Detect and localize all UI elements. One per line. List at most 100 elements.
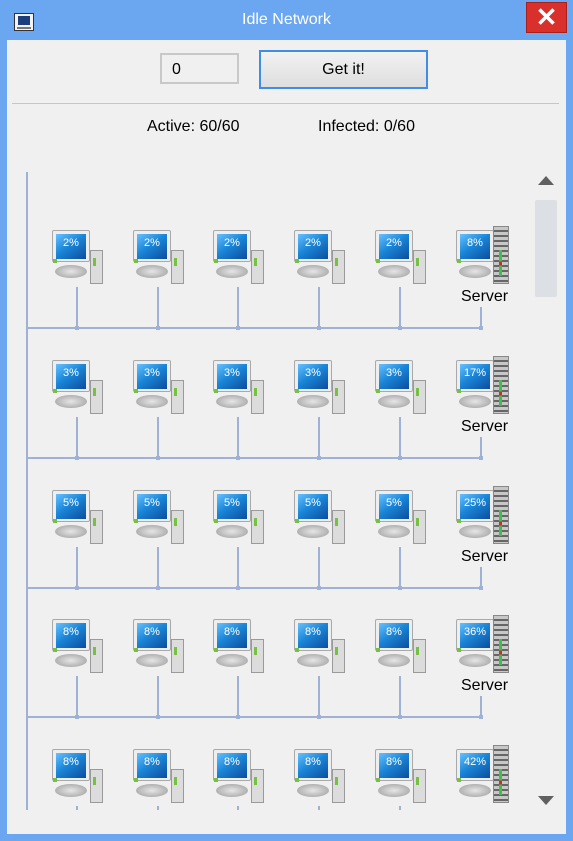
connection-line [76, 287, 78, 327]
count-field[interactable]: 0 [160, 53, 239, 84]
infected-count: Infected: 0/60 [318, 118, 415, 135]
progress-percent: 3% [144, 367, 160, 379]
server-icon[interactable]: 36% [456, 615, 510, 675]
server-label: Server [461, 548, 509, 565]
connection-line [237, 417, 239, 457]
computer-icon[interactable]: 8% [213, 749, 267, 805]
network-bus-line [26, 587, 483, 589]
progress-percent: 5% [63, 497, 79, 509]
connection-line [237, 806, 239, 810]
app-window: Idle Network ✕ 0 Get it! Active: 60/60 I… [0, 0, 573, 841]
computer-icon[interactable]: 8% [375, 619, 429, 675]
computer-icon[interactable]: 3% [213, 360, 267, 416]
connection-node [75, 326, 79, 330]
connection-line [318, 287, 320, 327]
connection-line [318, 547, 320, 587]
connection-node [156, 586, 160, 590]
server-icon[interactable]: 25% [456, 486, 510, 546]
connection-line [318, 806, 320, 810]
connection-node [479, 586, 483, 590]
connection-node [317, 456, 321, 460]
progress-percent: 8% [467, 237, 483, 249]
server-icon[interactable]: 17% [456, 356, 510, 416]
network-bus-line [26, 716, 483, 718]
scroll-down-arrow-icon[interactable] [538, 796, 554, 805]
computer-icon[interactable]: 8% [133, 749, 187, 805]
scroll-up-arrow-icon[interactable] [538, 176, 554, 185]
server-label: Server [461, 418, 509, 435]
progress-percent: 2% [63, 237, 79, 249]
progress-percent: 8% [144, 756, 160, 768]
computer-icon[interactable]: 2% [375, 230, 429, 286]
progress-percent: 2% [224, 237, 240, 249]
server-icon[interactable]: 8% [456, 226, 510, 286]
connection-line [318, 417, 320, 457]
computer-icon[interactable]: 8% [52, 619, 106, 675]
server-label: Server [461, 288, 509, 305]
connection-node [156, 456, 160, 460]
progress-percent: 42% [463, 756, 487, 768]
active-count: Active: 60/60 [147, 118, 240, 135]
computer-icon[interactable]: 8% [213, 619, 267, 675]
scrollbar-thumb[interactable] [535, 200, 557, 297]
computer-icon[interactable]: 5% [52, 490, 106, 546]
connection-line [237, 547, 239, 587]
connection-line [76, 547, 78, 587]
client-area: 0 Get it! Active: 60/60 Infected: 0/60 2… [7, 40, 566, 834]
connection-node [398, 456, 402, 460]
connection-line [157, 676, 159, 716]
close-button[interactable]: ✕ [526, 2, 567, 33]
computer-icon[interactable]: 2% [294, 230, 348, 286]
progress-percent: 3% [305, 367, 321, 379]
computer-icon[interactable]: 2% [213, 230, 267, 286]
connection-node [236, 586, 240, 590]
computer-icon[interactable]: 8% [294, 619, 348, 675]
computer-icon[interactable]: 3% [133, 360, 187, 416]
connection-node [479, 456, 483, 460]
computer-icon[interactable]: 8% [294, 749, 348, 805]
network-bus-line [26, 457, 483, 459]
progress-percent: 8% [224, 626, 240, 638]
connection-line [399, 287, 401, 327]
computer-icon[interactable]: 3% [375, 360, 429, 416]
connection-line [157, 287, 159, 327]
get-it-button[interactable]: Get it! [259, 50, 428, 89]
title-bar[interactable]: Idle Network ✕ [0, 0, 573, 40]
connection-node [236, 456, 240, 460]
connection-line [399, 806, 401, 810]
computer-icon[interactable]: 2% [133, 230, 187, 286]
computer-icon[interactable]: 5% [133, 490, 187, 546]
computer-icon[interactable]: 5% [213, 490, 267, 546]
progress-percent: 25% [463, 497, 487, 509]
server-icon[interactable]: 42% [456, 745, 510, 805]
computer-icon[interactable]: 5% [375, 490, 429, 546]
window-title: Idle Network [242, 11, 331, 28]
connection-node [398, 586, 402, 590]
progress-percent: 8% [386, 756, 402, 768]
progress-percent: 5% [305, 497, 321, 509]
progress-percent: 5% [144, 497, 160, 509]
connection-line [157, 547, 159, 587]
connection-line [237, 676, 239, 716]
computer-icon[interactable]: 5% [294, 490, 348, 546]
connection-node [398, 715, 402, 719]
computer-icon[interactable]: 8% [375, 749, 429, 805]
progress-percent: 8% [305, 756, 321, 768]
progress-percent: 8% [305, 626, 321, 638]
progress-percent: 5% [224, 497, 240, 509]
computer-icon[interactable]: 3% [294, 360, 348, 416]
progress-percent: 2% [144, 237, 160, 249]
computer-icon[interactable]: 8% [52, 749, 106, 805]
progress-percent: 36% [463, 626, 487, 638]
connection-node [156, 326, 160, 330]
network-bus-line [26, 327, 483, 329]
connection-line [399, 417, 401, 457]
progress-percent: 3% [386, 367, 402, 379]
connection-node [75, 715, 79, 719]
connection-node [75, 586, 79, 590]
computer-icon[interactable]: 3% [52, 360, 106, 416]
progress-percent: 3% [63, 367, 79, 379]
computer-icon[interactable]: 8% [133, 619, 187, 675]
connection-node [398, 326, 402, 330]
computer-icon[interactable]: 2% [52, 230, 106, 286]
